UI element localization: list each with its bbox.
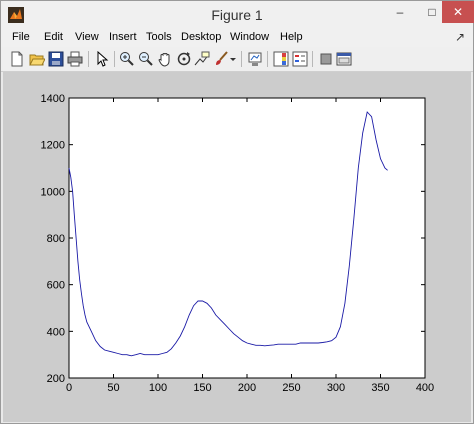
axes-area: [68, 97, 426, 379]
y-tick-label: 200: [47, 373, 65, 385]
y-tick-label: 1000: [41, 186, 65, 198]
x-tick-label: 300: [327, 382, 345, 394]
x-tick-label: 350: [371, 382, 389, 394]
line-chart[interactable]: 0 50 100 150 200 250 300 350 400 200 400 600 800 1000…: [1, 1, 473, 423]
x-tick-label: 50: [107, 382, 119, 394]
x-tick-label: 400: [416, 382, 434, 394]
y-tick-label: 400: [47, 326, 65, 338]
y-tick-label: 800: [47, 233, 65, 245]
y-tick-label: 600: [47, 280, 65, 292]
y-tick-label: 1400: [41, 93, 65, 105]
figure-window: Figure 1 – □ ✕ File Edit View Insert Too…: [0, 0, 474, 424]
x-tick-label: 150: [193, 382, 211, 394]
x-tick-label: 100: [149, 382, 167, 394]
y-tick-label: 1200: [41, 140, 65, 152]
x-tick-label: 0: [66, 382, 72, 394]
x-tick-label: 250: [282, 382, 300, 394]
x-tick-label: 200: [238, 382, 256, 394]
